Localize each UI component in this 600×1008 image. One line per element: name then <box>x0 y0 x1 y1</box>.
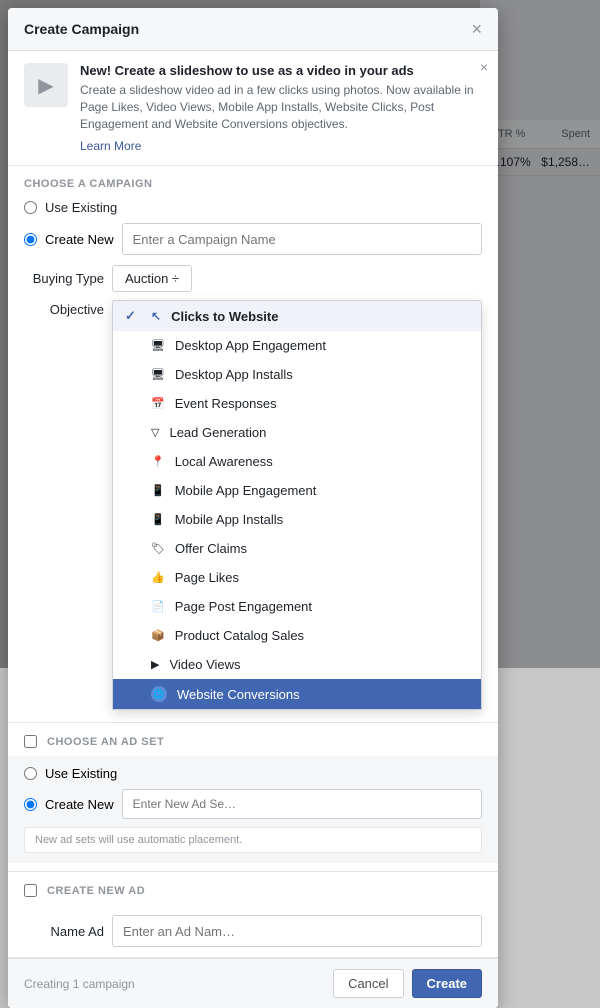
dropdown-item-local-awareness[interactable]: 📍 Local Awareness <box>113 447 481 476</box>
placement-hint: New ad sets will use automatic placement… <box>24 827 482 853</box>
objective-dropdown-container: ✓ ↖ Clicks to Website 🖥 Desktop App Enga… <box>112 300 482 710</box>
pin-icon: 📍 <box>151 455 165 468</box>
promo-video-icon: ▶ <box>24 63 68 107</box>
dropdown-item-page-post-engagement[interactable]: 📄 Page Post Engagement <box>113 592 481 621</box>
promo-text: Create a slideshow video ad in a few cli… <box>80 82 482 132</box>
ad-name-input[interactable] <box>112 915 482 947</box>
ad-set-use-existing-label: Use Existing <box>45 766 117 781</box>
ad-set-create-new-label: Create New <box>45 797 114 812</box>
new-ad-checkbox[interactable] <box>24 884 37 897</box>
dropdown-item-desktop-app-installs[interactable]: 🖥 Desktop App Installs <box>113 360 481 389</box>
buying-type-label: Buying Type <box>24 271 104 286</box>
use-existing-label: Use Existing <box>45 200 117 215</box>
campaign-section-label: Choose A Campaign <box>24 178 482 190</box>
campaign-section: Choose A Campaign Use Existing Create Ne… <box>8 166 498 723</box>
ad-set-section: Choose An Ad Set Use Existing Create New… <box>8 723 498 872</box>
modal-overlay: Create Campaign × ▶ New! Create a slides… <box>0 0 600 668</box>
dropdown-item-label: Mobile App Engagement <box>175 483 317 498</box>
dropdown-item-mobile-app-engagement[interactable]: 📱 Mobile App Engagement <box>113 476 481 505</box>
cursor-icon: ↖ <box>151 309 161 323</box>
campaign-name-input[interactable] <box>122 223 482 255</box>
dropdown-item-mobile-app-installs[interactable]: 📱 Mobile App Installs <box>113 505 481 534</box>
ad-set-gray-area: Use Existing Create New New ad sets will… <box>8 756 498 863</box>
use-existing-row: Use Existing <box>24 200 482 215</box>
ad-set-use-existing-radio[interactable] <box>24 767 37 780</box>
dropdown-item-page-likes[interactable]: 👍 Page Likes <box>113 563 481 592</box>
dropdown-item-label: Lead Generation <box>169 425 266 440</box>
buying-type-row: Buying Type Auction ÷ <box>24 265 482 292</box>
modal-header: Create Campaign × <box>8 8 498 51</box>
ad-name-row: Name Ad <box>8 905 498 957</box>
ad-set-create-new-row: Create New <box>24 789 482 819</box>
dropdown-item-label: Video Views <box>169 657 240 672</box>
dropdown-item-label: Product Catalog Sales <box>175 628 304 643</box>
dropdown-item-label: Website Conversions <box>177 687 300 702</box>
modal: Create Campaign × ▶ New! Create a slides… <box>8 8 498 1008</box>
dropdown-item-label: Offer Claims <box>175 541 247 556</box>
dropdown-item-label: Page Likes <box>175 570 239 585</box>
promo-banner: ▶ New! Create a slideshow to use as a vi… <box>8 51 498 166</box>
dropdown-item-label: Page Post Engagement <box>175 599 312 614</box>
promo-learn-more-link[interactable]: Learn More <box>80 139 141 153</box>
dropdown-item-clicks-to-website[interactable]: ✓ ↖ Clicks to Website <box>113 301 481 331</box>
create-button[interactable]: Create <box>412 969 482 998</box>
event-icon: 📅 <box>151 397 165 410</box>
dropdown-item-label: Mobile App Installs <box>175 512 283 527</box>
globe-icon: 🌐 <box>151 686 167 702</box>
page-icon: 📄 <box>151 600 165 613</box>
objective-label: Objective <box>24 300 104 317</box>
create-new-row: Create New <box>24 223 482 255</box>
dropdown-item-video-views[interactable]: ▶ Video Views <box>113 650 481 679</box>
buying-type-value: Auction ÷ <box>125 271 179 286</box>
dropdown-item-offer-claims[interactable]: 🏷 Offer Claims <box>113 534 481 563</box>
dropdown-item-event-responses[interactable]: 📅 Event Responses <box>113 389 481 418</box>
desktop-icon: 🖥 <box>151 368 165 381</box>
promo-content: New! Create a slideshow to use as a vide… <box>80 63 482 153</box>
new-ad-section-label: Create New Ad <box>47 885 145 897</box>
modal-footer: Creating 1 campaign Cancel Create <box>8 958 498 1008</box>
dropdown-item-product-catalog-sales[interactable]: 📦 Product Catalog Sales <box>113 621 481 650</box>
dropdown-item-lead-generation[interactable]: ▽ Lead Generation <box>113 418 481 447</box>
mobile-icon: 📱 <box>151 484 165 497</box>
tag-icon: 🏷 <box>151 542 165 555</box>
promo-title: New! Create a slideshow to use as a vide… <box>80 63 482 78</box>
ad-set-section-header: Choose An Ad Set <box>8 723 498 756</box>
checkmark-icon: ✓ <box>125 308 141 324</box>
use-existing-radio[interactable] <box>24 201 37 214</box>
new-ad-section-header: Create New Ad <box>8 872 498 905</box>
ad-set-use-existing-row: Use Existing <box>24 766 482 781</box>
dropdown-item-label: Local Awareness <box>175 454 273 469</box>
dropdown-item-desktop-app-engagement[interactable]: 🖥 Desktop App Engagement <box>113 331 481 360</box>
new-ad-section: Create New Ad Name Ad <box>8 872 498 958</box>
create-new-label: Create New <box>45 232 114 247</box>
modal-title: Create Campaign <box>24 21 139 37</box>
dropdown-item-label: Desktop App Engagement <box>175 338 326 353</box>
create-new-radio[interactable] <box>24 233 37 246</box>
ad-set-create-new-radio[interactable] <box>24 798 37 811</box>
dropdown-item-label: Clicks to Website <box>171 309 278 324</box>
objective-dropdown: ✓ ↖ Clicks to Website 🖥 Desktop App Enga… <box>112 300 482 710</box>
cancel-button[interactable]: Cancel <box>333 969 403 998</box>
desktop-icon: 🖥 <box>151 339 165 352</box>
mobile-icon: 📱 <box>151 513 165 526</box>
ad-set-checkbox[interactable] <box>24 735 37 748</box>
dropdown-item-website-conversions[interactable]: 🌐 Website Conversions Create ads to prom… <box>113 679 481 709</box>
footer-buttons: Cancel Create <box>333 969 482 998</box>
objective-row: Objective ✓ ↖ Clicks to Website 🖥 <box>24 300 482 710</box>
modal-body: ▶ New! Create a slideshow to use as a vi… <box>8 51 498 958</box>
promo-close-button[interactable]: × <box>480 59 488 75</box>
filter-icon: ▽ <box>151 426 159 439</box>
thumb-icon: 👍 <box>151 571 165 584</box>
footer-status: Creating 1 campaign <box>24 977 135 991</box>
ad-set-name-input[interactable] <box>122 789 482 819</box>
ad-set-section-label: Choose An Ad Set <box>47 736 164 748</box>
buying-type-dropdown[interactable]: Auction ÷ <box>112 265 192 292</box>
modal-close-button[interactable]: × <box>471 20 482 38</box>
ad-name-label: Name Ad <box>24 924 104 939</box>
video-icon: ▶ <box>151 658 159 671</box>
dropdown-item-label: Desktop App Installs <box>175 367 293 382</box>
dropdown-item-label: Event Responses <box>175 396 277 411</box>
catalog-icon: 📦 <box>151 629 165 642</box>
